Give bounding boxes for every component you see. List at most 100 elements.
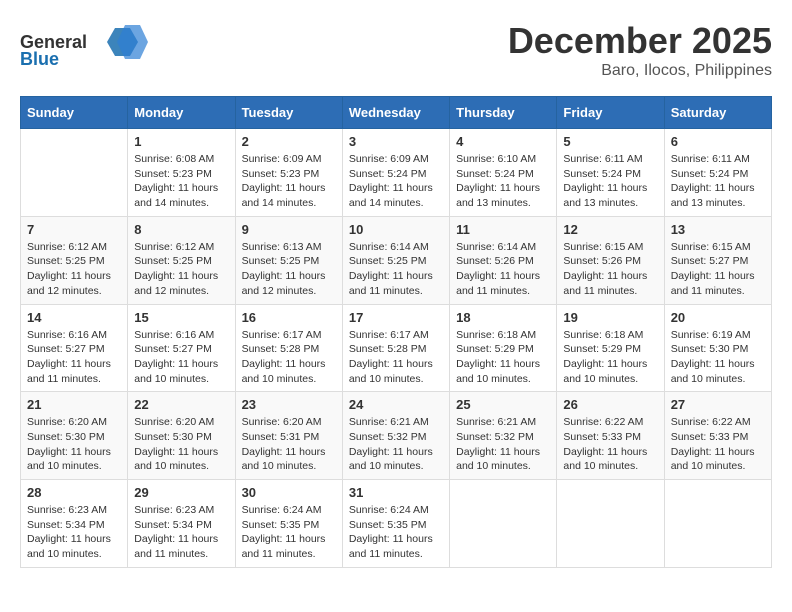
- page-header: General Blue December 2025 Baro, Ilocos,…: [20, 20, 772, 80]
- calendar-cell: 30 Sunrise: 6:24 AMSunset: 5:35 PMDaylig…: [235, 480, 342, 568]
- calendar-cell: 26 Sunrise: 6:22 AMSunset: 5:33 PMDaylig…: [557, 392, 664, 480]
- calendar-cell: 23 Sunrise: 6:20 AMSunset: 5:31 PMDaylig…: [235, 392, 342, 480]
- day-info: Sunrise: 6:13 AMSunset: 5:25 PMDaylight:…: [242, 240, 336, 299]
- day-number: 7: [27, 222, 121, 237]
- calendar-cell: 6 Sunrise: 6:11 AMSunset: 5:24 PMDayligh…: [664, 129, 771, 217]
- day-info: Sunrise: 6:21 AMSunset: 5:32 PMDaylight:…: [349, 415, 443, 474]
- day-info: Sunrise: 6:11 AMSunset: 5:24 PMDaylight:…: [563, 152, 657, 211]
- day-info: Sunrise: 6:22 AMSunset: 5:33 PMDaylight:…: [671, 415, 765, 474]
- weekday-header-wednesday: Wednesday: [342, 97, 449, 129]
- week-row-3: 14 Sunrise: 6:16 AMSunset: 5:27 PMDaylig…: [21, 304, 772, 392]
- day-info: Sunrise: 6:14 AMSunset: 5:26 PMDaylight:…: [456, 240, 550, 299]
- week-row-2: 7 Sunrise: 6:12 AMSunset: 5:25 PMDayligh…: [21, 216, 772, 304]
- month-title: December 2025: [508, 20, 772, 62]
- day-number: 3: [349, 134, 443, 149]
- weekday-header-sunday: Sunday: [21, 97, 128, 129]
- day-info: Sunrise: 6:17 AMSunset: 5:28 PMDaylight:…: [349, 328, 443, 387]
- weekday-header-thursday: Thursday: [450, 97, 557, 129]
- calendar-cell: 3 Sunrise: 6:09 AMSunset: 5:24 PMDayligh…: [342, 129, 449, 217]
- svg-text:Blue: Blue: [20, 49, 59, 69]
- day-info: Sunrise: 6:12 AMSunset: 5:25 PMDaylight:…: [27, 240, 121, 299]
- week-row-5: 28 Sunrise: 6:23 AMSunset: 5:34 PMDaylig…: [21, 480, 772, 568]
- calendar-cell: 24 Sunrise: 6:21 AMSunset: 5:32 PMDaylig…: [342, 392, 449, 480]
- day-number: 4: [456, 134, 550, 149]
- calendar-cell: 14 Sunrise: 6:16 AMSunset: 5:27 PMDaylig…: [21, 304, 128, 392]
- day-number: 19: [563, 310, 657, 325]
- day-info: Sunrise: 6:22 AMSunset: 5:33 PMDaylight:…: [563, 415, 657, 474]
- calendar-cell: 4 Sunrise: 6:10 AMSunset: 5:24 PMDayligh…: [450, 129, 557, 217]
- day-info: Sunrise: 6:18 AMSunset: 5:29 PMDaylight:…: [456, 328, 550, 387]
- calendar-cell: 7 Sunrise: 6:12 AMSunset: 5:25 PMDayligh…: [21, 216, 128, 304]
- day-info: Sunrise: 6:23 AMSunset: 5:34 PMDaylight:…: [134, 503, 228, 562]
- weekday-header-monday: Monday: [128, 97, 235, 129]
- weekday-header-saturday: Saturday: [664, 97, 771, 129]
- weekday-header-row: SundayMondayTuesdayWednesdayThursdayFrid…: [21, 97, 772, 129]
- day-number: 6: [671, 134, 765, 149]
- calendar-cell: 31 Sunrise: 6:24 AMSunset: 5:35 PMDaylig…: [342, 480, 449, 568]
- calendar-cell: 16 Sunrise: 6:17 AMSunset: 5:28 PMDaylig…: [235, 304, 342, 392]
- day-info: Sunrise: 6:14 AMSunset: 5:25 PMDaylight:…: [349, 240, 443, 299]
- day-info: Sunrise: 6:11 AMSunset: 5:24 PMDaylight:…: [671, 152, 765, 211]
- day-info: Sunrise: 6:16 AMSunset: 5:27 PMDaylight:…: [134, 328, 228, 387]
- calendar-cell: 20 Sunrise: 6:19 AMSunset: 5:30 PMDaylig…: [664, 304, 771, 392]
- day-number: 31: [349, 485, 443, 500]
- day-number: 30: [242, 485, 336, 500]
- calendar-cell: [450, 480, 557, 568]
- weekday-header-tuesday: Tuesday: [235, 97, 342, 129]
- day-number: 20: [671, 310, 765, 325]
- calendar-cell: 5 Sunrise: 6:11 AMSunset: 5:24 PMDayligh…: [557, 129, 664, 217]
- day-number: 10: [349, 222, 443, 237]
- day-number: 16: [242, 310, 336, 325]
- calendar-cell: 12 Sunrise: 6:15 AMSunset: 5:26 PMDaylig…: [557, 216, 664, 304]
- day-number: 17: [349, 310, 443, 325]
- day-number: 28: [27, 485, 121, 500]
- day-info: Sunrise: 6:12 AMSunset: 5:25 PMDaylight:…: [134, 240, 228, 299]
- day-number: 22: [134, 397, 228, 412]
- calendar-cell: 13 Sunrise: 6:15 AMSunset: 5:27 PMDaylig…: [664, 216, 771, 304]
- day-info: Sunrise: 6:08 AMSunset: 5:23 PMDaylight:…: [134, 152, 228, 211]
- day-info: Sunrise: 6:23 AMSunset: 5:34 PMDaylight:…: [27, 503, 121, 562]
- weekday-header-friday: Friday: [557, 97, 664, 129]
- day-number: 2: [242, 134, 336, 149]
- week-row-4: 21 Sunrise: 6:20 AMSunset: 5:30 PMDaylig…: [21, 392, 772, 480]
- week-row-1: 1 Sunrise: 6:08 AMSunset: 5:23 PMDayligh…: [21, 129, 772, 217]
- day-info: Sunrise: 6:21 AMSunset: 5:32 PMDaylight:…: [456, 415, 550, 474]
- day-number: 11: [456, 222, 550, 237]
- day-number: 29: [134, 485, 228, 500]
- calendar-cell: 19 Sunrise: 6:18 AMSunset: 5:29 PMDaylig…: [557, 304, 664, 392]
- day-number: 13: [671, 222, 765, 237]
- day-number: 18: [456, 310, 550, 325]
- calendar-cell: 27 Sunrise: 6:22 AMSunset: 5:33 PMDaylig…: [664, 392, 771, 480]
- day-info: Sunrise: 6:10 AMSunset: 5:24 PMDaylight:…: [456, 152, 550, 211]
- calendar-cell: 22 Sunrise: 6:20 AMSunset: 5:30 PMDaylig…: [128, 392, 235, 480]
- day-number: 23: [242, 397, 336, 412]
- calendar-cell: 9 Sunrise: 6:13 AMSunset: 5:25 PMDayligh…: [235, 216, 342, 304]
- day-info: Sunrise: 6:15 AMSunset: 5:26 PMDaylight:…: [563, 240, 657, 299]
- calendar-cell: [21, 129, 128, 217]
- day-info: Sunrise: 6:24 AMSunset: 5:35 PMDaylight:…: [242, 503, 336, 562]
- day-number: 5: [563, 134, 657, 149]
- day-number: 14: [27, 310, 121, 325]
- logo-general-text: General Blue: [20, 20, 150, 75]
- location-subtitle: Baro, Ilocos, Philippines: [508, 62, 772, 80]
- day-number: 26: [563, 397, 657, 412]
- calendar-cell: 10 Sunrise: 6:14 AMSunset: 5:25 PMDaylig…: [342, 216, 449, 304]
- calendar-cell: 28 Sunrise: 6:23 AMSunset: 5:34 PMDaylig…: [21, 480, 128, 568]
- calendar-cell: [557, 480, 664, 568]
- day-info: Sunrise: 6:16 AMSunset: 5:27 PMDaylight:…: [27, 328, 121, 387]
- day-info: Sunrise: 6:17 AMSunset: 5:28 PMDaylight:…: [242, 328, 336, 387]
- day-info: Sunrise: 6:20 AMSunset: 5:31 PMDaylight:…: [242, 415, 336, 474]
- day-info: Sunrise: 6:15 AMSunset: 5:27 PMDaylight:…: [671, 240, 765, 299]
- day-number: 9: [242, 222, 336, 237]
- day-number: 25: [456, 397, 550, 412]
- day-info: Sunrise: 6:19 AMSunset: 5:30 PMDaylight:…: [671, 328, 765, 387]
- day-info: Sunrise: 6:09 AMSunset: 5:23 PMDaylight:…: [242, 152, 336, 211]
- day-number: 27: [671, 397, 765, 412]
- calendar-cell: 11 Sunrise: 6:14 AMSunset: 5:26 PMDaylig…: [450, 216, 557, 304]
- calendar-cell: 8 Sunrise: 6:12 AMSunset: 5:25 PMDayligh…: [128, 216, 235, 304]
- day-number: 15: [134, 310, 228, 325]
- day-number: 8: [134, 222, 228, 237]
- day-number: 12: [563, 222, 657, 237]
- day-info: Sunrise: 6:18 AMSunset: 5:29 PMDaylight:…: [563, 328, 657, 387]
- logo: General Blue: [20, 20, 150, 75]
